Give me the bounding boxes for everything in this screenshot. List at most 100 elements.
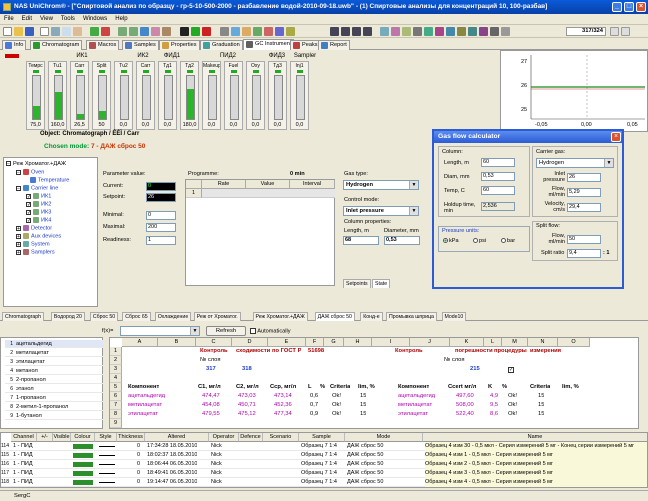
sheet-cell[interactable]: по ГОСТ Р: [272, 347, 301, 356]
mode-tab-3[interactable]: Сброс 65: [122, 312, 151, 321]
sheet-cell[interactable]: 215: [470, 365, 480, 374]
dlg-flow-input[interactable]: 5,29: [567, 188, 601, 197]
row-header[interactable]: 4: [110, 374, 122, 383]
col-M[interactable]: M: [502, 338, 528, 347]
filter-icon[interactable]: [424, 27, 433, 36]
menu-view[interactable]: View: [36, 14, 57, 25]
sheet-cell[interactable]: 477,34: [274, 410, 292, 419]
row-header[interactable]: 1: [110, 347, 122, 356]
mode-tab-4[interactable]: Охлаждение: [154, 312, 192, 321]
trace-col-header[interactable]: Defence: [239, 433, 263, 442]
tree-item-system[interactable]: + System: [16, 241, 50, 248]
formula-select[interactable]: ▼: [120, 326, 200, 336]
column-label[interactable]: Iim, %: [358, 383, 375, 392]
compare-icon[interactable]: [391, 27, 400, 36]
component-item[interactable]: 9 1-бутанол: [5, 412, 103, 420]
sheet-cell[interactable]: Ok!: [508, 410, 517, 419]
trace-col-header[interactable]: Thickness: [117, 433, 145, 442]
nav-first-icon[interactable]: [330, 27, 339, 36]
trace-row[interactable]: 1141 - ПИД✓✓017:34:28 18.05.2010NickОбра…: [1, 442, 647, 451]
sheet-cell[interactable]: сходимости: [236, 347, 270, 356]
stop-icon[interactable]: [180, 27, 189, 36]
layers-icon[interactable]: [468, 27, 477, 36]
readiness-input[interactable]: 1: [146, 236, 176, 245]
col-B[interactable]: B: [158, 338, 196, 347]
col-I[interactable]: I: [372, 338, 410, 347]
col-A[interactable]: A: [122, 338, 158, 347]
unit-kpa[interactable]: kPa: [443, 238, 459, 244]
trace-col-header[interactable]: Name: [423, 433, 647, 442]
menu-edit[interactable]: Edit: [18, 14, 36, 25]
tab-info[interactable]: Info: [2, 40, 27, 50]
component-item[interactable]: 7 1-пропанол: [5, 394, 103, 402]
column-label[interactable]: %: [502, 383, 507, 392]
column-length-input[interactable]: 68: [343, 236, 379, 245]
open-folder-icon[interactable]: [14, 27, 23, 36]
tab-chromatogram[interactable]: Chromatogram: [30, 40, 83, 50]
sheet-cell[interactable]: 15: [538, 392, 544, 401]
sheet-cell[interactable]: 9,5: [490, 401, 498, 410]
paste-icon[interactable]: [73, 27, 82, 36]
sheet-cell[interactable]: 474,47: [202, 392, 220, 401]
tab-samples[interactable]: Samples: [122, 40, 159, 50]
dlg-diam-input[interactable]: 0,53: [481, 172, 515, 181]
tab-graduation[interactable]: Graduation: [200, 40, 243, 50]
tree-item-detector[interactable]: + Detector: [16, 225, 52, 232]
trace-col-header[interactable]: Visible: [53, 433, 71, 442]
column-label[interactable]: Ccert мг/л: [448, 383, 476, 392]
grid-icon[interactable]: [490, 27, 499, 36]
column-label[interactable]: Criteria: [530, 383, 550, 392]
col-N[interactable]: N: [528, 338, 558, 347]
link-icon[interactable]: [446, 27, 455, 36]
menu-file[interactable]: File: [0, 14, 18, 25]
calc-icon[interactable]: [264, 27, 273, 36]
report-icon[interactable]: [253, 27, 262, 36]
sheet-cell[interactable]: 317: [206, 365, 216, 374]
close-button[interactable]: ×: [636, 2, 646, 12]
col-O[interactable]: O: [558, 338, 590, 347]
trace-style[interactable]: [99, 446, 115, 447]
component-item[interactable]: 1 ацетальдегид: [5, 340, 103, 348]
sheet-cell[interactable]: 51698: [308, 347, 324, 356]
sheet-cell[interactable]: Контроль: [395, 347, 423, 356]
trace-row[interactable]: 1181 - ПИД✓✓019:14:47 06.05.2010NickОбра…: [1, 478, 647, 487]
column-label[interactable]: C2, мг/л: [236, 383, 259, 392]
component-item[interactable]: 4 метанол: [5, 367, 103, 375]
sheet-cell[interactable]: 473,14: [274, 392, 292, 401]
unit-bar[interactable]: bar: [501, 238, 515, 244]
dlg-split-ratio-input[interactable]: 9,4: [567, 249, 601, 258]
trace-style[interactable]: [99, 482, 115, 483]
menu-tools[interactable]: Tools: [57, 14, 79, 25]
trace-col-header[interactable]: Channel: [11, 433, 37, 442]
dlg-temp-input[interactable]: 60: [481, 186, 515, 195]
column-label[interactable]: Criteria: [330, 383, 350, 392]
counter-next-icon[interactable]: [621, 27, 630, 36]
arrow-right-icon[interactable]: [129, 27, 138, 36]
sheet-cell[interactable]: 452,36: [274, 401, 292, 410]
col-F[interactable]: F: [306, 338, 324, 347]
arrow-left-icon[interactable]: [118, 27, 127, 36]
print-icon[interactable]: [40, 27, 49, 36]
col-E[interactable]: E: [268, 338, 306, 347]
tab-state[interactable]: State: [372, 279, 391, 288]
sheet-cell[interactable]: 454,08: [202, 401, 220, 410]
trace-style[interactable]: [99, 473, 115, 474]
sheet-cell[interactable]: № слоя: [444, 356, 465, 365]
tree-item-ik3[interactable]: ✓ ИК3: [26, 209, 51, 216]
tree-item-aux[interactable]: + Aux devices: [16, 233, 61, 240]
zoom-in-icon[interactable]: [90, 27, 99, 36]
column-label[interactable]: %: [320, 383, 325, 392]
tree-root[interactable]: − Реж Хроматог.+ДАЖ: [6, 161, 66, 168]
col-K[interactable]: K: [450, 338, 484, 347]
cut-icon[interactable]: [51, 27, 60, 36]
column-label[interactable]: Компонент: [128, 383, 159, 392]
mode-tab-7[interactable]: ДАЖ сброс 50: [314, 312, 355, 321]
palette-icon[interactable]: [479, 27, 488, 36]
trace-row[interactable]: 1151 - ПИД✓✓018:02:37 18.05.2010NickОбра…: [1, 451, 647, 460]
tab-properties[interactable]: Properties: [159, 40, 200, 50]
row-header[interactable]: 8: [110, 410, 122, 419]
sheet-cell[interactable]: 15: [360, 401, 366, 410]
dlg-split-flow-input[interactable]: 50: [567, 235, 601, 244]
mode-tab-6[interactable]: Реж Хроматог.+ДАЖ: [252, 312, 308, 321]
sheet-cell[interactable]: этилацетат: [398, 410, 428, 419]
